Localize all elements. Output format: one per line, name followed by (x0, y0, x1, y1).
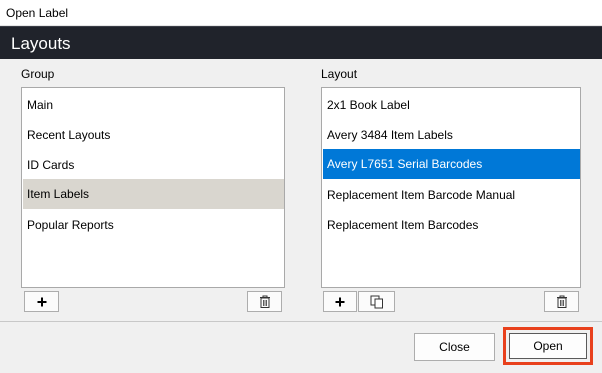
layout-delete-button[interactable] (544, 291, 579, 312)
close-button[interactable]: Close (414, 333, 495, 361)
copy-icon (370, 295, 383, 308)
group-item-main[interactable]: Main (23, 90, 284, 120)
group-add-button[interactable] (24, 291, 59, 312)
trash-icon (556, 295, 567, 308)
layout-item-replacement-barcodes[interactable]: Replacement Item Barcodes (323, 210, 580, 240)
group-item-id-cards[interactable]: ID Cards (23, 150, 284, 180)
layout-list[interactable]: 2x1 Book Label Avery 3484 Item Labels Av… (321, 87, 581, 288)
layout-item-replacement-manual[interactable]: Replacement Item Barcode Manual (323, 180, 580, 210)
layout-copy-button[interactable] (358, 291, 395, 312)
plus-icon (37, 297, 46, 306)
layout-label: Layout (321, 67, 358, 81)
window-title: Open Label (6, 6, 69, 20)
open-button-callout: Open (503, 327, 593, 365)
group-label: Group (21, 67, 55, 81)
trash-icon (259, 295, 270, 308)
layout-item-2x1-book-label[interactable]: 2x1 Book Label (323, 90, 580, 120)
open-button[interactable]: Open (509, 333, 587, 359)
header-title: Layouts (11, 34, 71, 53)
group-item-recent-layouts[interactable]: Recent Layouts (23, 120, 284, 150)
layout-item-avery-l7651[interactable]: Avery L7651 Serial Barcodes (323, 149, 580, 179)
group-list[interactable]: Main Recent Layouts ID Cards Item Labels… (21, 87, 285, 288)
layout-item-avery-3484[interactable]: Avery 3484 Item Labels (323, 120, 580, 150)
group-delete-button[interactable] (247, 291, 282, 312)
dialog-header: Layouts (0, 26, 602, 59)
title-bar: Open Label (0, 0, 602, 26)
layout-add-button[interactable] (323, 291, 357, 312)
plus-icon (335, 297, 345, 306)
group-item-item-labels[interactable]: Item Labels (23, 179, 284, 209)
group-item-popular-reports[interactable]: Popular Reports (23, 210, 284, 240)
